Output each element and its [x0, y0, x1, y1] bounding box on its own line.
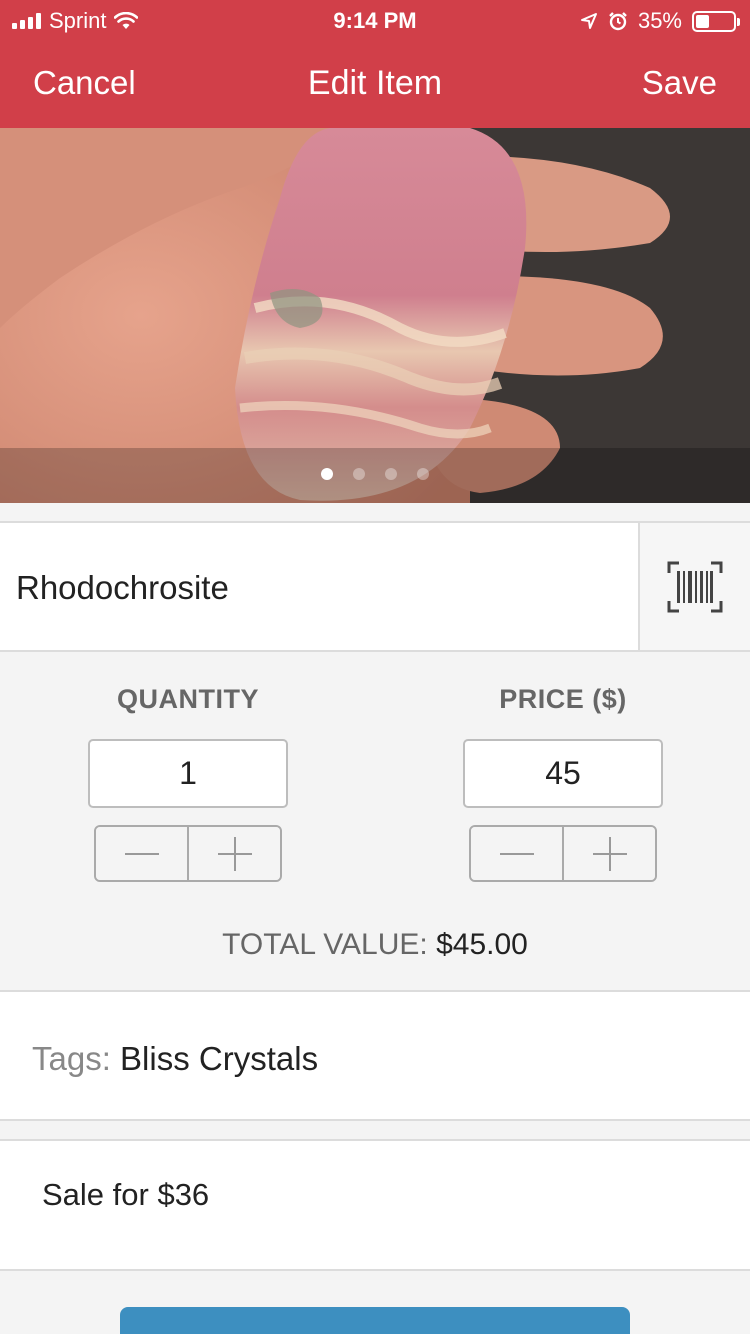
total-value-label: TOTAL VALUE: — [222, 928, 428, 961]
price-stepper — [469, 825, 657, 882]
page-dot[interactable] — [417, 468, 429, 480]
item-name-row: Rhodochrosite — [0, 521, 750, 652]
location-arrow-icon — [580, 13, 597, 29]
notes-row[interactable]: Sale for $36 — [0, 1139, 750, 1271]
quantity-input[interactable]: 1 — [88, 739, 288, 808]
plus-icon — [217, 836, 252, 871]
page-dot[interactable] — [385, 468, 397, 480]
nav-bar: Cancel Edit Item Save — [0, 40, 750, 128]
notes-text[interactable]: Sale for $36 — [42, 1177, 209, 1213]
cancel-button[interactable]: Cancel — [33, 64, 136, 102]
plus-icon — [592, 836, 627, 871]
quantity-stepper — [94, 825, 282, 882]
minus-icon — [124, 852, 159, 855]
page-dot[interactable] — [321, 468, 333, 480]
battery-fill — [696, 14, 709, 28]
tags-row[interactable]: Tags: Bliss Crystals — [0, 990, 750, 1121]
barcode-scan-button[interactable] — [638, 523, 750, 650]
price-input[interactable]: 45 — [463, 739, 663, 808]
quantity-decrement-button[interactable] — [96, 827, 187, 880]
total-value: TOTAL VALUE: $45.00 — [0, 928, 750, 962]
photo-image — [0, 128, 750, 503]
tags-label: Tags: — [32, 1040, 111, 1077]
item-photo[interactable] — [0, 128, 750, 503]
price-label: PRICE ($) — [499, 684, 627, 714]
page-dot[interactable] — [353, 468, 365, 480]
total-value-amount: $45.00 — [436, 928, 528, 961]
quantity-label: QUANTITY — [117, 684, 259, 714]
barcode-icon — [667, 561, 723, 612]
bottom-action-button[interactable] — [120, 1307, 630, 1334]
item-name-field[interactable]: Rhodochrosite — [16, 569, 229, 607]
tags-value: Bliss Crystals — [120, 1040, 319, 1077]
tags-text: Tags: Bliss Crystals — [32, 1040, 318, 1078]
status-bar: Sprint 9:14 PM 35% — [0, 0, 750, 40]
header: Sprint 9:14 PM 35% Cancel Edit Item Save — [0, 0, 750, 128]
save-button[interactable]: Save — [642, 64, 717, 102]
minus-icon — [499, 852, 534, 855]
quantity-increment-button[interactable] — [187, 827, 280, 880]
battery-percent: 35% — [637, 8, 682, 33]
price-decrement-button[interactable] — [471, 827, 562, 880]
price-increment-button[interactable] — [562, 827, 655, 880]
quantity-price-section: QUANTITY PRICE ($) 1 45 TOTAL VALUE: $45… — [0, 652, 750, 990]
page-indicator[interactable] — [0, 460, 750, 488]
status-right: 35% — [580, 8, 740, 34]
alarm-icon — [609, 12, 627, 31]
battery-icon — [692, 10, 740, 32]
